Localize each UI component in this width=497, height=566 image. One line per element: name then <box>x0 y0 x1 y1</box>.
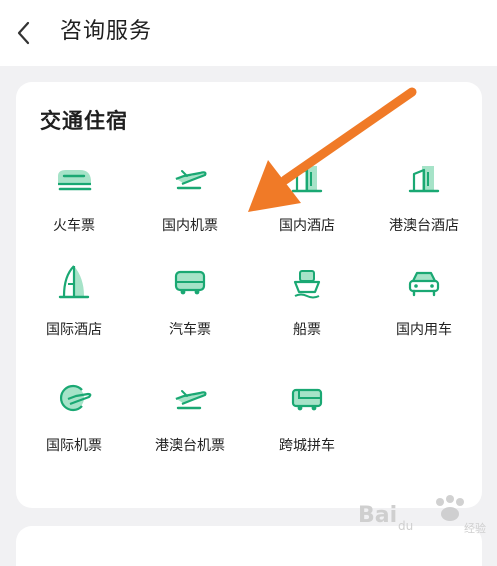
sail-hotel-icon <box>58 265 90 299</box>
hotel-building-icon <box>408 166 440 193</box>
service-label: 港澳台酒店 <box>389 218 459 234</box>
service-item-domestic-flight[interactable]: 国内机票 <box>132 158 248 258</box>
train-icon <box>58 170 92 191</box>
globe-plane-icon <box>60 384 92 412</box>
top-bar: 咨询服务 <box>0 0 497 66</box>
service-item-hk-macau-tw-hotel[interactable]: 港澳台酒店 <box>366 158 482 258</box>
service-label: 国际机票 <box>46 438 102 454</box>
transport-accommodation-card: 交通住宿 火车票 国内机票 国内酒店 港澳台酒店 国际酒店 汽车票 船票 国内用… <box>16 82 482 508</box>
service-item-train[interactable]: 火车票 <box>16 158 132 258</box>
service-label: 火车票 <box>53 218 95 234</box>
svg-text:经验: 经验 <box>464 521 486 535</box>
chevron-left-icon <box>17 21 30 45</box>
airplane-icon <box>175 390 207 410</box>
airplane-icon <box>175 170 207 190</box>
baidu-watermark-logo: Bai du 经验 <box>358 495 486 535</box>
service-label: 国内酒店 <box>279 218 335 234</box>
bus-icon <box>174 270 206 295</box>
service-item-domestic-car[interactable]: 国内用车 <box>366 262 482 362</box>
svg-text:Bai: Bai <box>358 503 397 528</box>
service-label: 国内用车 <box>396 322 452 338</box>
service-item-domestic-hotel[interactable]: 国内酒店 <box>249 158 365 258</box>
service-item-hk-macau-tw-flight[interactable]: 港澳台机票 <box>132 378 248 478</box>
section-title: 交通住宿 <box>40 109 128 133</box>
ship-icon <box>293 270 321 299</box>
svg-text:du: du <box>398 519 413 533</box>
service-label: 汽车票 <box>169 322 211 338</box>
service-label: 国内机票 <box>162 218 218 234</box>
service-item-bus-ticket[interactable]: 汽车票 <box>132 262 248 362</box>
service-item-intercity-carpool[interactable]: 跨城拼车 <box>249 378 365 478</box>
service-label: 港澳台机票 <box>155 438 225 454</box>
service-label: 跨城拼车 <box>279 438 335 454</box>
hotel-building-icon <box>291 166 323 193</box>
service-item-international-hotel[interactable]: 国际酒店 <box>16 262 132 362</box>
service-item-ship-ticket[interactable]: 船票 <box>249 262 365 362</box>
service-label: 船票 <box>293 322 321 338</box>
back-button[interactable] <box>12 18 38 48</box>
car-icon <box>408 271 440 297</box>
intercity-bus-icon <box>291 388 323 411</box>
page-title: 咨询服务 <box>60 19 153 44</box>
service-label: 国际酒店 <box>46 322 102 338</box>
service-item-international-flight[interactable]: 国际机票 <box>16 378 132 478</box>
